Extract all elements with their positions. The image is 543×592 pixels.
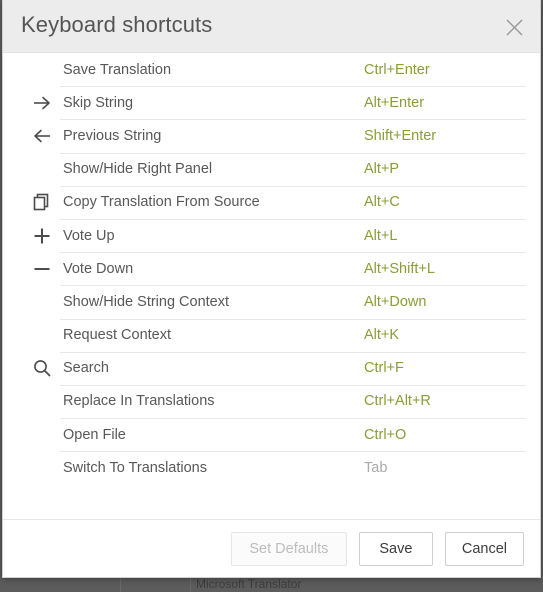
- shortcut-row[interactable]: Show/Hide String Context Alt+Down: [3, 285, 540, 318]
- footer-button-group: Set Defaults Save Cancel: [230, 532, 524, 566]
- shortcut-key-combo[interactable]: Alt+L: [364, 228, 397, 244]
- shortcut-row[interactable]: Vote Down Alt+Shift+L: [3, 252, 540, 285]
- shortcut-key-combo[interactable]: Ctrl+F: [364, 360, 404, 376]
- shortcut-action-label: Switch To Translations: [63, 459, 207, 476]
- dialog-footer: Set Defaults Save Cancel: [3, 519, 540, 577]
- search-icon: [31, 357, 53, 379]
- background-content-strip: Microsoft Translator: [0, 576, 543, 592]
- set-defaults-button[interactable]: Set Defaults: [230, 532, 347, 566]
- shortcut-key-combo[interactable]: Tab: [364, 460, 387, 476]
- shortcut-key-combo[interactable]: Ctrl+Enter: [364, 62, 430, 78]
- background-partial-text: Microsoft Translator: [196, 577, 302, 591]
- row-divider: [60, 285, 526, 287]
- keyboard-shortcuts-dialog: Keyboard shortcuts Save Translation Ctrl+…: [2, 0, 541, 578]
- shortcut-row[interactable]: Vote Up Alt+L: [3, 218, 540, 252]
- shortcut-row[interactable]: Request Context Alt+K: [3, 318, 540, 352]
- plus-icon: [31, 225, 53, 247]
- row-divider: [60, 384, 526, 386]
- shortcut-action-label: Copy Translation From Source: [63, 194, 260, 211]
- shortcut-action-label: Save Translation: [63, 61, 172, 78]
- shortcut-key-combo[interactable]: Alt+Shift+L: [364, 261, 435, 277]
- arrow-left-icon: [31, 125, 53, 147]
- shortcut-list: Save Translation Ctrl+Enter Skip String Alt…: [3, 53, 540, 519]
- background-column-divider: [190, 576, 191, 592]
- row-divider: [60, 318, 526, 320]
- shortcut-row[interactable]: Replace In Translations Ctrl+Alt+R: [3, 384, 540, 418]
- cancel-button[interactable]: Cancel: [444, 532, 524, 566]
- minus-icon: [31, 258, 53, 280]
- shortcut-action-label: Replace In Translations: [63, 393, 215, 410]
- shortcut-row[interactable]: Search Ctrl+F: [3, 351, 540, 385]
- shortcut-row[interactable]: Save Translation Ctrl+Enter: [3, 53, 540, 86]
- arrow-right-icon: [31, 92, 53, 114]
- row-divider: [60, 252, 526, 254]
- shortcut-key-combo[interactable]: Alt+C: [364, 194, 400, 210]
- shortcut-action-label: Previous String: [63, 127, 162, 144]
- shortcut-action-label: Show/Hide Right Panel: [63, 161, 213, 178]
- row-divider: [60, 86, 526, 88]
- shortcut-action-label: Request Context: [63, 327, 172, 344]
- row-divider: [60, 185, 526, 187]
- shortcut-row[interactable]: Copy Translation From Source Alt+C: [3, 185, 540, 219]
- shortcut-action-label: Show/Hide String Context: [63, 293, 230, 310]
- shortcut-action-label: Vote Down: [63, 260, 134, 277]
- row-divider: [60, 152, 526, 154]
- shortcut-action-label: Vote Up: [63, 227, 115, 244]
- shortcut-key-combo[interactable]: Shift+Enter: [364, 128, 436, 144]
- shortcut-key-combo[interactable]: Ctrl+Alt+R: [364, 393, 431, 409]
- shortcut-action-label: Open File: [63, 426, 126, 443]
- shortcut-key-combo[interactable]: Alt+P: [364, 161, 399, 177]
- shortcut-row[interactable]: Switch To Translations Tab: [3, 451, 540, 484]
- shortcut-key-combo[interactable]: Ctrl+O: [364, 427, 406, 443]
- dialog-title: Keyboard shortcuts: [21, 12, 213, 37]
- shortcut-row[interactable]: Show/Hide Right Panel Alt+P: [3, 152, 540, 186]
- shortcut-row[interactable]: Skip String Alt+Enter: [3, 86, 540, 119]
- background-column-divider: [120, 576, 121, 592]
- save-button[interactable]: Save: [358, 532, 433, 566]
- row-divider: [60, 218, 526, 220]
- copy-icon: [31, 191, 53, 213]
- shortcut-key-combo[interactable]: Alt+Down: [364, 294, 426, 310]
- shortcut-key-combo[interactable]: Alt+K: [364, 327, 399, 343]
- row-divider: [60, 119, 526, 121]
- shortcut-row[interactable]: Previous String Shift+Enter: [3, 119, 540, 152]
- close-icon[interactable]: [499, 12, 529, 42]
- shortcut-action-label: Skip String: [63, 94, 134, 111]
- dialog-header: Keyboard shortcuts: [3, 0, 540, 53]
- shortcut-key-combo[interactable]: Alt+Enter: [364, 95, 424, 111]
- shortcut-row[interactable]: Open File Ctrl+O: [3, 418, 540, 451]
- shortcut-action-label: Search: [63, 360, 109, 377]
- row-divider: [60, 451, 526, 453]
- row-divider: [60, 351, 526, 353]
- row-divider: [60, 418, 526, 420]
